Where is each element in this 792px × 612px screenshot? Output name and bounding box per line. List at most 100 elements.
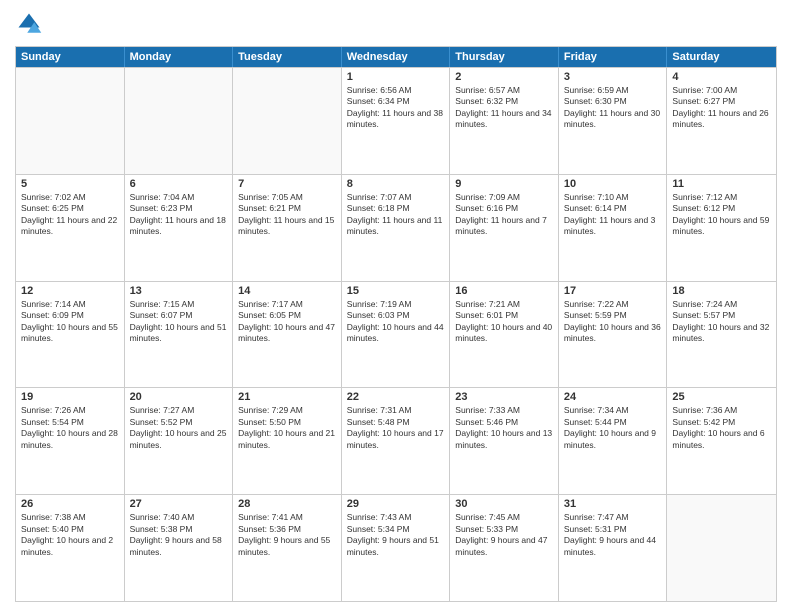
day-26: 26 Sunrise: 7:38 AMSunset: 5:40 PMDayligh… (16, 495, 125, 601)
day-info: Sunrise: 7:47 AMSunset: 5:31 PMDaylight:… (564, 512, 656, 556)
day-info: Sunrise: 7:04 AMSunset: 6:23 PMDaylight:… (130, 192, 226, 236)
day-info: Sunrise: 7:19 AMSunset: 6:03 PMDaylight:… (347, 299, 444, 343)
day-info: Sunrise: 7:24 AMSunset: 5:57 PMDaylight:… (672, 299, 769, 343)
calendar-body: 1 Sunrise: 6:56 AMSunset: 6:34 PMDaylight… (16, 67, 776, 601)
empty-cell (667, 495, 776, 601)
day-info: Sunrise: 7:22 AMSunset: 5:59 PMDaylight:… (564, 299, 661, 343)
day-number: 31 (564, 498, 662, 510)
empty-cell (125, 68, 234, 174)
day-info: Sunrise: 7:14 AMSunset: 6:09 PMDaylight:… (21, 299, 118, 343)
day-number: 25 (672, 391, 771, 403)
day-number: 5 (21, 178, 119, 190)
header-monday: Monday (125, 47, 234, 67)
day-number: 18 (672, 285, 771, 297)
logo (15, 10, 47, 38)
day-info: Sunrise: 7:43 AMSunset: 5:34 PMDaylight:… (347, 512, 439, 556)
calendar-row-1: 5 Sunrise: 7:02 AMSunset: 6:25 PMDaylight… (16, 174, 776, 281)
header-tuesday: Tuesday (233, 47, 342, 67)
day-number: 23 (455, 391, 553, 403)
day-number: 21 (238, 391, 336, 403)
day-10: 10 Sunrise: 7:10 AMSunset: 6:14 PMDayligh… (559, 175, 668, 281)
calendar-row-4: 26 Sunrise: 7:38 AMSunset: 5:40 PMDayligh… (16, 494, 776, 601)
day-info: Sunrise: 7:21 AMSunset: 6:01 PMDaylight:… (455, 299, 552, 343)
calendar-row-3: 19Sunrise: 7:26 AMSunset: 5:54 PMDayligh… (16, 387, 776, 494)
day-number: 19 (21, 391, 119, 403)
day-info: Sunrise: 6:57 AMSunset: 6:32 PMDaylight:… (455, 85, 551, 129)
logo-icon (15, 10, 43, 38)
day-info: Sunrise: 6:56 AMSunset: 6:34 PMDaylight:… (347, 85, 443, 129)
day-info: Sunrise: 7:09 AMSunset: 6:16 PMDaylight:… (455, 192, 547, 236)
day-number: 1 (347, 71, 445, 83)
calendar-header: SundayMondayTuesdayWednesdayThursdayFrid… (16, 47, 776, 67)
day-24: 24 Sunrise: 7:34 AMSunset: 5:44 PMDayligh… (559, 388, 668, 494)
day-number: 29 (347, 498, 445, 510)
day-number: 22 (347, 391, 445, 403)
day-18: 18 Sunrise: 7:24 AMSunset: 5:57 PMDayligh… (667, 282, 776, 388)
day-8: 8 Sunrise: 7:07 AMSunset: 6:18 PMDaylight… (342, 175, 451, 281)
day-info: Sunrise: 7:41 AMSunset: 5:36 PMDaylight:… (238, 512, 330, 556)
day-info: Sunrise: 7:34 AMSunset: 5:44 PMDaylight:… (564, 405, 656, 449)
day-12: 12 Sunrise: 7:14 AMSunset: 6:09 PMDayligh… (16, 282, 125, 388)
day-5: 5 Sunrise: 7:02 AMSunset: 6:25 PMDaylight… (16, 175, 125, 281)
day-number: 26 (21, 498, 119, 510)
day-number: 7 (238, 178, 336, 190)
day-number: 14 (238, 285, 336, 297)
day-number: 28 (238, 498, 336, 510)
day-info: Sunrise: 7:10 AMSunset: 6:14 PMDaylight:… (564, 192, 656, 236)
day-info: Sunrise: 7:12 AMSunset: 6:12 PMDaylight:… (672, 192, 769, 236)
header (15, 10, 777, 38)
day-info: Sunrise: 7:07 AMSunset: 6:18 PMDaylight:… (347, 192, 443, 236)
day-number: 17 (564, 285, 662, 297)
calendar-row-2: 12 Sunrise: 7:14 AMSunset: 6:09 PMDayligh… (16, 281, 776, 388)
day-number: 30 (455, 498, 553, 510)
day-number: 27 (130, 498, 228, 510)
day-info: Sunrise: 7:31 AMSunset: 5:48 PMDaylight:… (347, 405, 444, 449)
day-number: 6 (130, 178, 228, 190)
day-number: 11 (672, 178, 771, 190)
day-1: 1 Sunrise: 6:56 AMSunset: 6:34 PMDaylight… (342, 68, 451, 174)
day-14: 14 Sunrise: 7:17 AMSunset: 6:05 PMDayligh… (233, 282, 342, 388)
day-info: Sunrise: 7:38 AMSunset: 5:40 PMDaylight:… (21, 512, 113, 556)
day-number: 10 (564, 178, 662, 190)
day-number: 8 (347, 178, 445, 190)
day-6: 6 Sunrise: 7:04 AMSunset: 6:23 PMDaylight… (125, 175, 234, 281)
day-info: Sunrise: 7:17 AMSunset: 6:05 PMDaylight:… (238, 299, 335, 343)
day-number: 13 (130, 285, 228, 297)
day-23: 23 Sunrise: 7:33 AMSunset: 5:46 PMDayligh… (450, 388, 559, 494)
day-info: Sunrise: 7:02 AMSunset: 6:25 PMDaylight:… (21, 192, 117, 236)
day-27: 27Sunrise: 7:40 AMSunset: 5:38 PMDayligh… (125, 495, 234, 601)
day-info: Sunrise: 7:36 AMSunset: 5:42 PMDaylight:… (672, 405, 764, 449)
empty-cell (16, 68, 125, 174)
day-info: Sunrise: 7:05 AMSunset: 6:21 PMDaylight:… (238, 192, 334, 236)
day-13: 13 Sunrise: 7:15 AMSunset: 6:07 PMDayligh… (125, 282, 234, 388)
day-25: 25 Sunrise: 7:36 AMSunset: 5:42 PMDayligh… (667, 388, 776, 494)
day-info: Sunrise: 6:59 AMSunset: 6:30 PMDaylight:… (564, 85, 660, 129)
day-17: 17 Sunrise: 7:22 AMSunset: 5:59 PMDayligh… (559, 282, 668, 388)
header-friday: Friday (559, 47, 668, 67)
header-sunday: Sunday (16, 47, 125, 67)
day-29: 29 Sunrise: 7:43 AMSunset: 5:34 PMDayligh… (342, 495, 451, 601)
day-2: 2 Sunrise: 6:57 AMSunset: 6:32 PMDaylight… (450, 68, 559, 174)
day-number: 24 (564, 391, 662, 403)
day-number: 20 (130, 391, 228, 403)
day-number: 4 (672, 71, 771, 83)
day-info: Sunrise: 7:45 AMSunset: 5:33 PMDaylight:… (455, 512, 547, 556)
day-number: 15 (347, 285, 445, 297)
day-number: 16 (455, 285, 553, 297)
header-saturday: Saturday (667, 47, 776, 67)
day-28: 28 Sunrise: 7:41 AMSunset: 5:36 PMDayligh… (233, 495, 342, 601)
day-9: 9Sunrise: 7:09 AMSunset: 6:16 PMDaylight… (450, 175, 559, 281)
day-info: Sunrise: 7:33 AMSunset: 5:46 PMDaylight:… (455, 405, 552, 449)
empty-cell (233, 68, 342, 174)
day-number: 3 (564, 71, 662, 83)
day-7: 7 Sunrise: 7:05 AMSunset: 6:21 PMDaylight… (233, 175, 342, 281)
day-3: 3 Sunrise: 6:59 AMSunset: 6:30 PMDaylight… (559, 68, 668, 174)
day-15: 15 Sunrise: 7:19 AMSunset: 6:03 PMDayligh… (342, 282, 451, 388)
day-info: Sunrise: 7:29 AMSunset: 5:50 PMDaylight:… (238, 405, 335, 449)
calendar: SundayMondayTuesdayWednesdayThursdayFrid… (15, 46, 777, 602)
day-number: 12 (21, 285, 119, 297)
day-22: 22 Sunrise: 7:31 AMSunset: 5:48 PMDayligh… (342, 388, 451, 494)
day-number: 2 (455, 71, 553, 83)
day-info: Sunrise: 7:15 AMSunset: 6:07 PMDaylight:… (130, 299, 227, 343)
day-31: 31 Sunrise: 7:47 AMSunset: 5:31 PMDayligh… (559, 495, 668, 601)
